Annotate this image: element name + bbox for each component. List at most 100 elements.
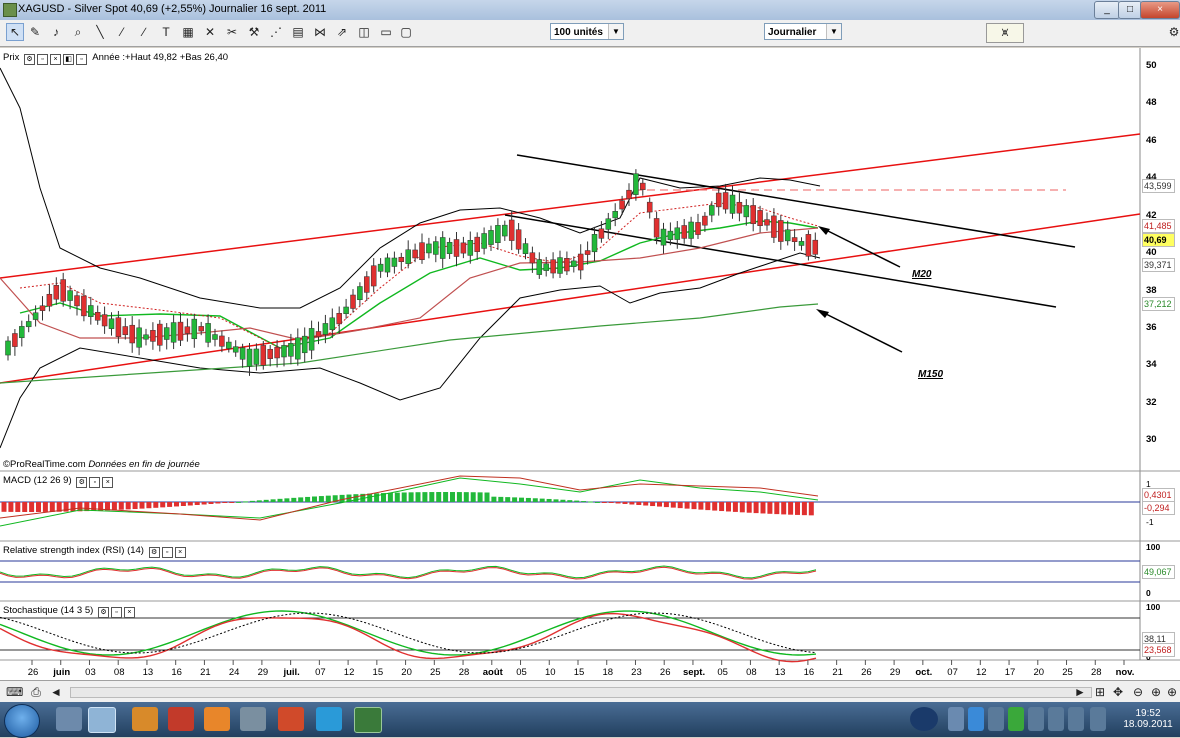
candle-body	[364, 276, 370, 293]
close-panel-icon[interactable]: ×	[50, 54, 62, 65]
chart-icon[interactable]: ⊞	[1092, 684, 1108, 700]
minimize-button[interactable]: _	[1094, 1, 1120, 19]
candle-body	[722, 192, 729, 210]
tray-icon[interactable]	[1068, 707, 1084, 731]
zoom-out-icon[interactable]: ⊖	[1130, 684, 1146, 700]
price-chart[interactable]	[0, 48, 1180, 680]
wrench-icon[interactable]: ⚙	[24, 54, 36, 65]
keyboard-icon[interactable]: ⌨	[6, 684, 23, 700]
period-select[interactable]: Journalier ▼	[764, 23, 842, 40]
vlc-icon[interactable]	[204, 707, 230, 731]
fibonacci-tool-icon[interactable]: ▦	[180, 24, 196, 40]
wrench-icon[interactable]: ⚙	[76, 477, 88, 488]
app-icon[interactable]	[278, 707, 304, 731]
app-icon[interactable]	[240, 707, 266, 731]
clock[interactable]: 19:52 18.09.2011	[1118, 708, 1178, 730]
macd-histogram-bar	[298, 497, 304, 502]
tray-icon[interactable]	[988, 707, 1004, 731]
hammer-tool-icon[interactable]: ⚒	[246, 24, 262, 40]
box-tool-icon[interactable]: ▢	[398, 24, 414, 40]
candle-body	[177, 321, 184, 341]
close-panel-icon[interactable]: ×	[174, 547, 186, 558]
app-icon[interactable]	[168, 707, 194, 731]
macd-histogram-bar	[139, 502, 145, 509]
window-icon[interactable]: ▫	[110, 607, 122, 618]
zoom-icon[interactable]: ⌕	[70, 24, 86, 40]
scroll-right-icon[interactable]: ►	[1072, 684, 1088, 700]
help-icon[interactable]	[910, 707, 938, 731]
candle-body	[812, 239, 819, 255]
wrench-icon[interactable]: ⚙	[148, 547, 160, 558]
text-tool-icon[interactable]: T	[158, 24, 174, 40]
macd-histogram-bar	[229, 502, 235, 503]
x-axis-label: 21	[832, 667, 843, 678]
macd-histogram-bar	[463, 492, 469, 502]
properties-icon[interactable]: ◧	[63, 54, 75, 65]
wedge-tool-icon[interactable]: ⋈	[312, 24, 328, 40]
tray-icon[interactable]	[1048, 707, 1064, 731]
move-icon[interactable]: ✥	[1110, 684, 1126, 700]
cross-tool-icon[interactable]: ✕	[202, 24, 218, 40]
window-icon[interactable]: ▫	[89, 477, 101, 488]
candle-body	[453, 239, 460, 257]
macd-histogram-bar	[8, 502, 14, 512]
maximize-button[interactable]: □	[1118, 1, 1142, 19]
close-button[interactable]: ×	[1140, 1, 1180, 19]
macd-histogram-bar	[629, 502, 635, 505]
macd-histogram-bar	[477, 492, 483, 502]
candle-body	[239, 347, 246, 360]
price-tag: 41,485	[1142, 219, 1175, 233]
prorealtime-icon[interactable]	[354, 707, 382, 733]
rectangle-tool-icon[interactable]: ▭	[378, 24, 394, 40]
channel-tool-icon[interactable]: ▤	[290, 24, 306, 40]
period-select-value: Journalier	[768, 27, 817, 38]
explorer-icon[interactable]	[56, 707, 82, 731]
candle-body	[295, 337, 301, 360]
macd-histogram-bar	[49, 502, 55, 512]
macd-histogram-bar	[91, 502, 97, 511]
horizontal-scrollbar[interactable]	[70, 687, 1092, 698]
fan-tool-icon[interactable]: ⋰	[268, 24, 284, 40]
candle-body	[67, 290, 73, 301]
x-axis-label: 13	[774, 667, 786, 678]
tray-icon[interactable]	[948, 707, 964, 731]
x-axis-label: 12	[976, 667, 987, 678]
macd-histogram-bar	[615, 502, 621, 504]
zoom-in-icon[interactable]: ⊕	[1148, 684, 1164, 700]
x-axis-label: 18	[602, 667, 614, 678]
browser-icon[interactable]	[88, 707, 116, 733]
scissors-tool-icon[interactable]: ✂	[224, 24, 240, 40]
tray-icon[interactable]	[968, 707, 984, 731]
start-button[interactable]	[4, 704, 40, 738]
macd-panel-header: MACD (12 26 9) ⚙ ▫ ×	[3, 475, 114, 488]
window-icon[interactable]: ▫	[37, 54, 49, 65]
x-axis-label: 20	[401, 667, 412, 678]
settings-icon[interactable]: ⚙	[1166, 24, 1180, 40]
line-tool-icon[interactable]: ╲	[92, 24, 108, 40]
ruler-tool-icon[interactable]: ✎	[27, 24, 43, 40]
window-icon[interactable]: ▫	[76, 54, 88, 65]
chart-type-icon[interactable]: ⩙	[986, 23, 1024, 43]
trendline-tool-icon[interactable]: ⁄	[114, 24, 130, 40]
volume-icon[interactable]	[1090, 707, 1106, 731]
window-icon[interactable]: ▫	[161, 547, 173, 558]
ellipse-tool-icon[interactable]: ◫	[356, 24, 372, 40]
tray-icon[interactable]	[1028, 707, 1044, 731]
bell-alert-icon[interactable]: ♪	[48, 24, 64, 40]
scroll-left-icon[interactable]: ◄	[48, 684, 64, 700]
macd-title: MACD (12 26 9)	[3, 475, 72, 486]
zoom-fit-icon[interactable]: ⊕	[1164, 684, 1180, 700]
wrench-icon[interactable]: ⚙	[97, 607, 109, 618]
close-panel-icon[interactable]: ×	[123, 607, 135, 618]
close-panel-icon[interactable]: ×	[102, 477, 114, 488]
cursor-tool-icon[interactable]: ↖	[6, 23, 24, 41]
arrow-tool-icon[interactable]: ⇗	[334, 24, 350, 40]
parallel-tool-icon[interactable]: ∕	[136, 24, 152, 40]
tray-icon[interactable]	[1008, 707, 1024, 731]
axis-label: 46	[1146, 135, 1157, 146]
print-icon[interactable]: ⎙	[28, 684, 44, 700]
macd-histogram-bar	[456, 492, 462, 502]
skype-icon[interactable]	[316, 707, 342, 731]
units-select[interactable]: 100 unités ▼	[550, 23, 624, 40]
media-icon[interactable]	[132, 707, 158, 731]
